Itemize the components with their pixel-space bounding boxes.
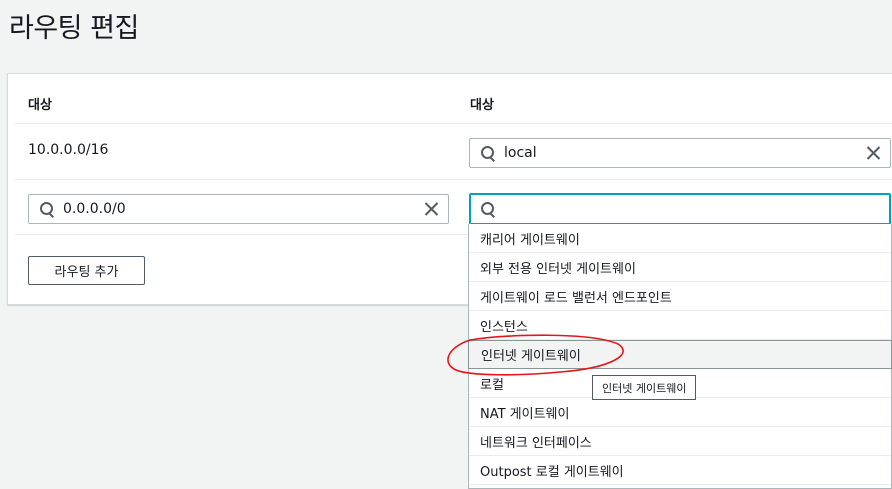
destination-search-input[interactable]: 0.0.0.0/0 [28, 194, 449, 224]
dropdown-option[interactable]: 캐리어 게이트웨이 [469, 224, 891, 253]
target-input-value: local [504, 145, 537, 161]
dropdown-option[interactable]: NAT 게이트웨이 [469, 398, 891, 427]
route-destination-text: 10.0.0.0/16 [28, 142, 109, 158]
clear-icon[interactable] [866, 146, 880, 160]
clear-icon[interactable] [424, 202, 438, 216]
destination-column-header: 대상 [28, 98, 52, 113]
search-icon [480, 145, 496, 161]
dropdown-option[interactable]: Outpost 로컬 게이트웨이 [469, 456, 891, 485]
target-search-input-focused[interactable] [469, 193, 891, 225]
row-divider [15, 123, 892, 124]
page-title: 라우팅 편집 [9, 13, 139, 44]
target-column-header: 대상 [470, 98, 494, 113]
red-circle-annotation [447, 334, 624, 376]
dropdown-option[interactable]: 게이트웨이 로드 밸런서 엔드포인트 [469, 282, 891, 311]
add-route-button[interactable]: 라우팅 추가 [28, 256, 145, 285]
row-divider [15, 179, 892, 180]
dropdown-option[interactable]: 외부 전용 인터넷 게이트웨이 [469, 253, 891, 282]
search-icon [480, 201, 496, 217]
target-search-input[interactable]: local [469, 138, 891, 168]
search-icon [39, 201, 55, 217]
destination-input-value: 0.0.0.0/0 [63, 201, 126, 217]
tooltip: 인터넷 게이트웨이 [592, 375, 697, 400]
dropdown-option[interactable]: 네트워크 인터페이스 [469, 427, 891, 456]
